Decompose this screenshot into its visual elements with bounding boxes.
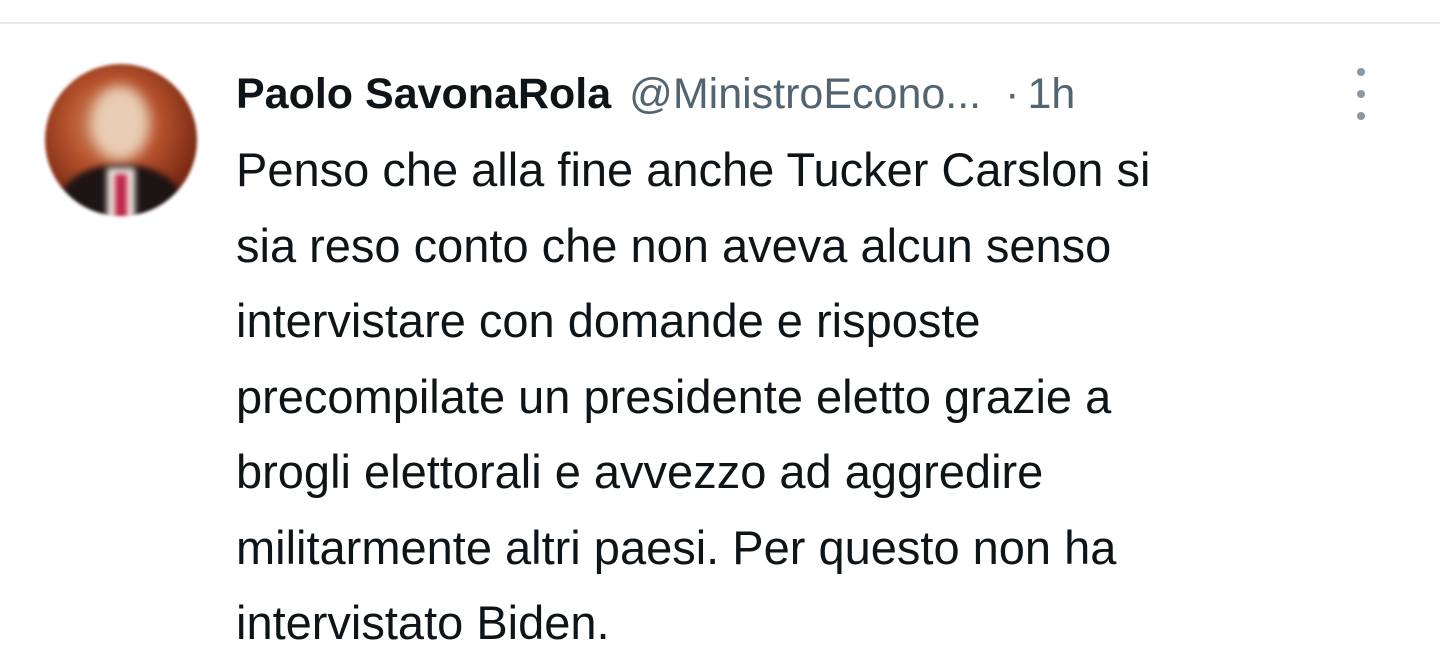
more-dot [1357,112,1365,120]
more-dot [1357,90,1365,98]
avatar[interactable] [45,64,197,216]
separator-dot: · [1005,70,1020,118]
avatar-tie [115,174,127,216]
more-vertical-icon[interactable] [1346,68,1376,120]
tweet-header: Paolo SavonaRola @MinistroEcono... · 1h [236,66,1075,122]
more-dot [1357,68,1365,76]
tweet[interactable]: Paolo SavonaRola @MinistroEcono... · 1h … [0,24,1440,672]
display-name[interactable]: Paolo SavonaRola [236,66,611,122]
user-handle[interactable]: @MinistroEcono... [629,66,981,122]
tweet-text: Penso che alla fine anche Tucker Carslon… [236,143,1151,649]
timestamp[interactable]: 1h [1027,66,1075,122]
avatar-face [91,86,149,160]
